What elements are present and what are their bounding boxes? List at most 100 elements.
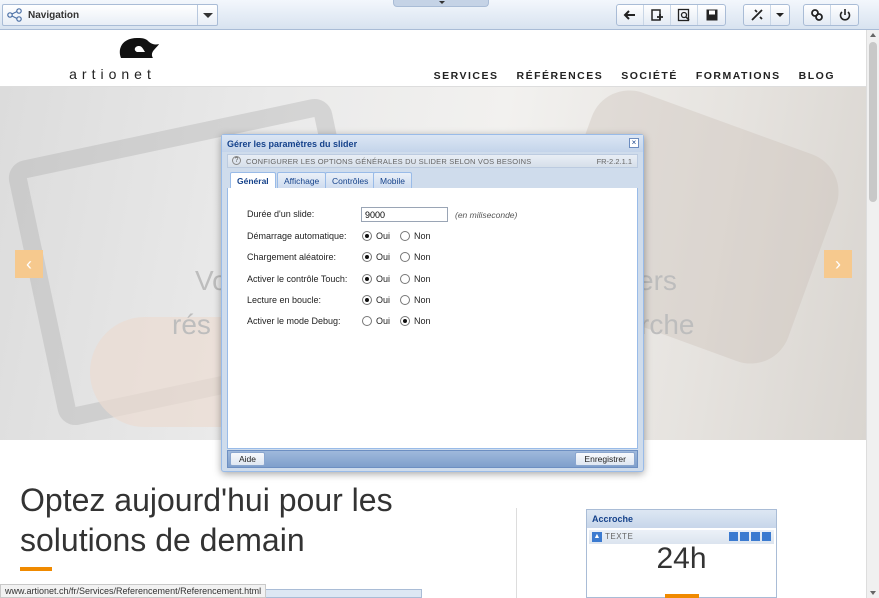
help-button[interactable]: Aide (230, 452, 266, 466)
dialog-subtitle-bar: ? CONFIGURER LES OPTIONS GÉNÉRALES DU SL… (227, 154, 638, 168)
main-nav: SERVICES RÉFÉRENCES SOCIÉTÉ FORMATIONS B… (434, 70, 835, 82)
option-no-label: Non (414, 295, 431, 305)
toolbar-collapse-tab[interactable] (393, 0, 489, 7)
dialog-title: Gérer les paramètres du slider (222, 135, 643, 152)
option-no-label: Non (414, 252, 431, 262)
headline-line-2: solutions de demain (20, 522, 305, 558)
option-label: Activer le mode Debug: (247, 316, 341, 326)
option-label: Chargement aléatoire: (247, 252, 337, 262)
duration-label: Durée d'un slide: (247, 209, 315, 219)
option-yes-label: Oui (376, 274, 391, 284)
option-yes[interactable]: Oui (362, 295, 390, 305)
add-icon[interactable] (729, 532, 738, 541)
accroche-accent-rule (665, 594, 699, 598)
radio-yes[interactable] (362, 274, 372, 284)
delete-icon[interactable] (762, 532, 771, 541)
headline-accent-rule (20, 567, 52, 571)
radio-no[interactable] (400, 316, 410, 326)
copy-icon[interactable] (751, 532, 760, 541)
radio-yes[interactable] (362, 295, 372, 305)
option-no[interactable]: Non (400, 274, 431, 284)
radio-yes[interactable] (362, 252, 372, 262)
radio-no[interactable] (400, 274, 410, 284)
back-arrow-icon[interactable] (617, 5, 644, 25)
link-icon[interactable] (804, 5, 831, 25)
dialog-tabs: Général Affichage Contrôles Mobile (227, 171, 638, 190)
hero-text-fragment: rés (172, 309, 211, 340)
save-button[interactable]: Enregistrer (575, 452, 635, 466)
chevron-down-icon[interactable] (197, 5, 217, 25)
dialog-body: Durée d'un slide: (en miliseconde) Démar… (227, 188, 638, 449)
site-logo[interactable]: artionet (55, 36, 170, 84)
accroche-widget: Accroche ▲ TEXTE 24h (586, 509, 777, 598)
page-tools-group (616, 4, 726, 26)
move-up-icon[interactable]: ▲ (592, 532, 602, 542)
nav-item-references[interactable]: RÉFÉRENCES (516, 70, 603, 82)
tools-group (743, 4, 790, 26)
tools-icon[interactable] (744, 5, 771, 25)
slider-next-button[interactable]: › (824, 250, 852, 278)
option-yes-label: Oui (376, 231, 391, 241)
slider-settings-dialog: Gérer les paramètres du slider × ? CONFI… (221, 134, 644, 472)
radio-no[interactable] (400, 295, 410, 305)
cms-toolbar: Navigation (0, 0, 879, 30)
tab-affichage[interactable]: Affichage (277, 172, 327, 189)
radio-yes[interactable] (362, 231, 372, 241)
dialog-footer: Aide Enregistrer (227, 450, 638, 468)
scroll-down-icon[interactable] (870, 591, 876, 595)
radio-no[interactable] (400, 231, 410, 241)
navigation-label: Navigation (28, 10, 80, 21)
scrollbar-thumb[interactable] (869, 42, 877, 202)
radio-no[interactable] (400, 252, 410, 262)
option-yes-label: Oui (376, 252, 391, 262)
option-yes[interactable]: Oui (362, 252, 390, 262)
accroche-tools (729, 532, 771, 541)
nav-item-formations[interactable]: FORMATIONS (696, 70, 781, 82)
option-no[interactable]: Non (400, 231, 431, 241)
option-no[interactable]: Non (400, 252, 431, 262)
option-yes-label: Oui (376, 295, 391, 305)
help-icon[interactable]: ? (232, 156, 241, 165)
hero-text-fragment: rche (640, 309, 695, 340)
preview-icon[interactable] (671, 5, 698, 25)
duration-input[interactable] (361, 207, 448, 222)
session-group (803, 4, 859, 26)
site-header: artionet SERVICES RÉFÉRENCES SOCIÉTÉ FOR… (0, 30, 879, 86)
headline-line-1: Optez aujourd'hui pour les (20, 482, 393, 518)
tab-mobile[interactable]: Mobile (373, 172, 413, 189)
logo-mark-icon (119, 38, 159, 58)
option-yes[interactable]: Oui (362, 274, 390, 284)
save-icon[interactable] (698, 5, 725, 25)
add-page-icon[interactable] (644, 5, 671, 25)
nav-item-blog[interactable]: BLOG (799, 70, 835, 82)
navigation-select[interactable]: Navigation (2, 4, 218, 26)
option-yes[interactable]: Oui (362, 316, 390, 326)
power-icon[interactable] (831, 5, 858, 25)
logo-text: artionet (69, 66, 156, 82)
option-yes-label: Oui (376, 316, 391, 326)
nav-item-societe[interactable]: SOCIÉTÉ (621, 70, 678, 82)
duration-row: Durée d'un slide: (en miliseconde) (247, 207, 627, 223)
column-divider (516, 508, 517, 598)
close-icon[interactable]: × (629, 138, 639, 148)
option-row-touch: Activer le contrôle Touch: Oui Non (247, 272, 627, 288)
tab-controles[interactable]: Contrôles (325, 172, 376, 189)
option-row-autostart: Démarrage automatique: Oui Non (247, 229, 627, 245)
option-label: Lecture en boucle: (247, 295, 322, 305)
option-row-loop: Lecture en boucle: Oui Non (247, 293, 627, 309)
option-no[interactable]: Non (400, 316, 431, 326)
option-no-label: Non (414, 274, 431, 284)
scroll-up-icon[interactable] (870, 33, 876, 37)
edit-icon[interactable] (740, 532, 749, 541)
page-scrollbar[interactable] (866, 30, 879, 598)
dialog-version: FR-2.2.1.1 (596, 157, 632, 166)
option-no[interactable]: Non (400, 295, 431, 305)
option-yes[interactable]: Oui (362, 231, 390, 241)
nav-item-services[interactable]: SERVICES (434, 70, 499, 82)
tools-dropdown-icon[interactable] (771, 5, 789, 25)
option-row-random: Chargement aléatoire: Oui Non (247, 250, 627, 266)
accroche-value: 24h (656, 542, 707, 575)
radio-yes[interactable] (362, 316, 372, 326)
slider-prev-button[interactable]: ‹ (15, 250, 43, 278)
accroche-title: Accroche (587, 510, 776, 528)
